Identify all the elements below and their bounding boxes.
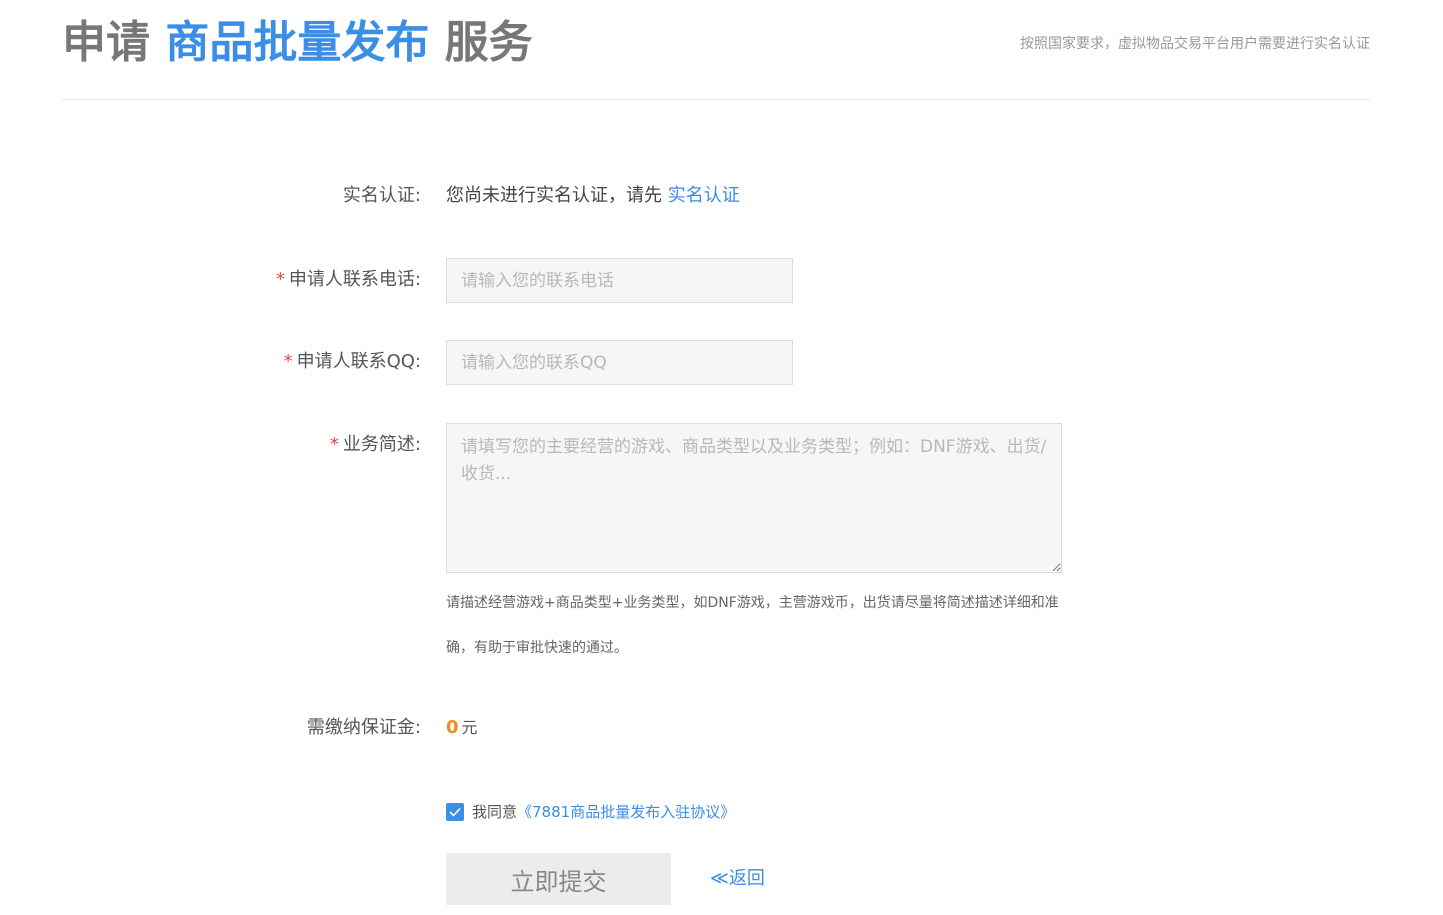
description-hint: 请描述经营游戏+商品类型+业务类型，如DNF游戏，主营游戏币，出货请尽量将简述描… — [446, 595, 1059, 656]
title-suffix: 服务 — [444, 17, 533, 68]
agree-text: 我同意 — [472, 803, 518, 821]
qq-label: * 申请人联系QQ: — [284, 350, 421, 374]
phone-label-text: 申请人联系电话: — [288, 269, 421, 290]
submit-wrap: 立即提交 — [446, 853, 671, 905]
agreement-link[interactable]: 《7881商品批量发布入驻协议》 — [517, 801, 735, 822]
agree-checkbox[interactable] — [446, 802, 464, 821]
required-mark: * — [329, 434, 339, 455]
back-link[interactable]: ≪返回 — [710, 867, 765, 891]
qq-label-text: 申请人联系QQ: — [296, 351, 421, 372]
check-icon — [449, 807, 461, 817]
qq-field-wrap — [446, 340, 793, 385]
required-mark: * — [283, 351, 293, 372]
qq-input[interactable] — [446, 340, 793, 385]
submit-button[interactable]: 立即提交 — [446, 853, 671, 905]
realname-link[interactable]: 实名认证 — [668, 185, 740, 206]
realname-notice: 按照国家要求，虚拟物品交易平台用户需要进行实名认证 — [1020, 36, 1370, 52]
description-field-wrap: 请描述经营游戏+商品类型+业务类型，如DNF游戏，主营游戏币，出货请尽量将简述描… — [446, 423, 1062, 671]
deposit-label: 需缴纳保证金: — [306, 717, 421, 738]
deposit-unit: 元 — [461, 718, 478, 737]
agreement: 我同意 《7881商品批量发布入驻协议》 — [446, 801, 735, 822]
realname-status-text: 您尚未进行实名认证，请先 — [446, 185, 662, 206]
deposit-value: 0 — [446, 717, 459, 738]
page-title: 申请 商品批量发布 服务 — [62, 14, 533, 72]
phone-label: * 申请人联系电话: — [276, 268, 421, 292]
description-label: * 业务简述: — [330, 433, 421, 457]
deposit-amount: 0元 — [446, 716, 478, 740]
realname-label: 实名认证: — [342, 185, 421, 206]
description-label-text: 业务简述: — [342, 434, 421, 455]
title-prefix: 申请 — [62, 17, 150, 68]
required-mark: * — [275, 269, 285, 290]
description-textarea[interactable] — [446, 423, 1062, 573]
realname-status: 您尚未进行实名认证，请先 实名认证 — [446, 184, 740, 208]
title-highlight: 商品批量发布 — [165, 17, 430, 68]
phone-input[interactable] — [446, 258, 793, 303]
phone-field-wrap — [446, 258, 793, 303]
page-header: 申请 商品批量发布 服务 按照国家要求，虚拟物品交易平台用户需要进行实名认证 — [62, 0, 1370, 100]
